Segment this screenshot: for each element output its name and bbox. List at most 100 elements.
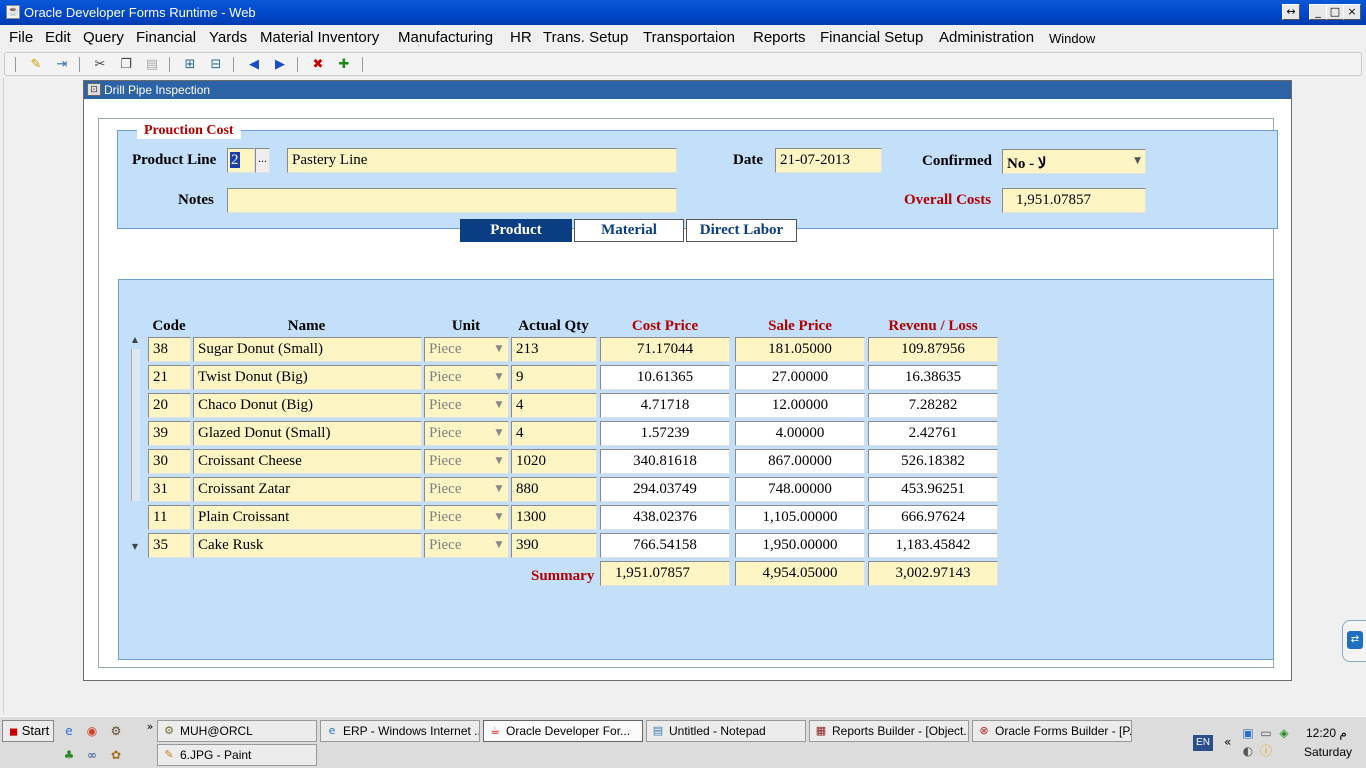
maximize-button[interactable]: □ [1326,4,1344,20]
chevron-down-icon[interactable]: ▼ [492,424,506,443]
execute-query-icon[interactable]: ⊟ [207,56,225,73]
cell-name[interactable]: Croissant Cheese [193,449,422,474]
menu-administration[interactable]: Administration [939,29,1034,46]
chevron-down-icon[interactable]: ▼ [492,452,506,471]
task-notepad[interactable]: ▤ Untitled - Notepad [646,720,806,742]
cell-actual-qty[interactable]: 213 [511,337,597,362]
chevron-down-icon[interactable]: ▼ [492,396,506,415]
cell-revenue-loss[interactable]: 109.87956 [868,337,998,362]
cut-icon[interactable]: ✂ [91,56,109,73]
cell-unit[interactable]: Piece ▼ [424,533,509,558]
chevron-down-icon[interactable]: ▼ [492,536,506,555]
cell-unit[interactable]: Piece ▼ [424,421,509,446]
cell-unit[interactable]: Piece ▼ [424,505,509,530]
confirmed-select[interactable]: No - لا ▼ [1002,149,1146,174]
vertical-scrollbar[interactable]: ▲ ▼ [128,335,142,554]
language-indicator[interactable]: EN [1193,735,1213,751]
chevron-down-icon[interactable]: ▼ [492,508,506,527]
cell-revenue-loss[interactable]: 7.28282 [868,393,998,418]
volume-icon[interactable]: ◐ [1240,743,1256,759]
next-record-icon[interactable]: ▶ [271,56,289,73]
menu-transportaion[interactable]: Transportaion [643,29,735,46]
menu-financial-setup[interactable]: Financial Setup [820,29,923,46]
cell-sale-price[interactable]: 1,950.00000 [735,533,865,558]
cell-sale-price[interactable]: 4.00000 [735,421,865,446]
menu-window[interactable]: Window [1049,31,1095,46]
cell-sale-price[interactable]: 748.00000 [735,477,865,502]
scroll-down-icon[interactable]: ▼ [128,542,142,554]
chevron-down-icon[interactable]: ▼ [492,368,506,387]
menu-financial[interactable]: Financial [136,29,196,46]
chevron-down-icon[interactable]: ▼ [1134,156,1141,166]
notes-field[interactable] [227,188,677,213]
cell-revenue-loss[interactable]: 666.97624 [868,505,998,530]
task-oracle-forms-runtime[interactable]: ☕ Oracle Developer For... [483,720,643,742]
tool-icon[interactable]: ♣ [61,747,77,763]
clock-time[interactable]: 12:20 م [1306,726,1347,740]
cell-cost-price[interactable]: 294.03749 [600,477,730,502]
exit-icon[interactable]: ⇥ [53,56,71,73]
menu-trans-setup[interactable]: Trans. Setup [543,29,628,46]
lov-button[interactable]: ... [255,148,270,173]
cell-cost-price[interactable]: 766.54158 [600,533,730,558]
cell-code[interactable]: 38 [148,337,191,362]
paste-icon[interactable]: ▤ [143,56,161,73]
summary-revenue-field[interactable]: 3,002.97143 [868,561,998,586]
monitor-icon[interactable]: ▭ [1258,725,1274,741]
cell-sale-price[interactable]: 27.00000 [735,365,865,390]
cell-sale-price[interactable]: 867.00000 [735,449,865,474]
insert-record-icon[interactable]: ✚ [335,56,353,73]
overall-costs-field[interactable]: 1,951.07857 [1002,188,1146,213]
menu-hr[interactable]: HR [510,29,532,46]
cell-cost-price[interactable]: 1.57239 [600,421,730,446]
menu-manufacturing[interactable]: Manufacturing [398,29,493,46]
tab-direct-labor[interactable]: Direct Labor [686,219,797,242]
cell-cost-price[interactable]: 10.61365 [600,365,730,390]
close-button[interactable]: × [1343,4,1361,20]
restore-size-icon[interactable]: ↔ [1282,4,1300,20]
cell-cost-price[interactable]: 71.17044 [600,337,730,362]
cell-revenue-loss[interactable]: 453.96251 [868,477,998,502]
scroll-up-icon[interactable]: ▲ [128,335,142,347]
copy-icon[interactable]: ❐ [117,56,135,73]
menu-query[interactable]: Query [83,29,124,46]
menu-file[interactable]: File [9,29,33,46]
menu-edit[interactable]: Edit [45,29,71,46]
chevron-down-icon[interactable]: ▼ [492,340,506,359]
notification-icon[interactable]: ⓘ [1258,743,1274,759]
menu-reports[interactable]: Reports [753,29,806,46]
start-button[interactable]: ◼ Start [2,720,54,742]
summary-sale-field[interactable]: 4,954.05000 [735,561,865,586]
cell-cost-price[interactable]: 438.02376 [600,505,730,530]
summary-cost-field[interactable]: 1,951.07857 [600,561,730,586]
product-line-name-field[interactable]: Pastery Line [287,148,677,173]
cell-name[interactable]: Sugar Donut (Small) [193,337,422,362]
chevron-down-icon[interactable]: ▼ [492,480,506,499]
cell-actual-qty[interactable]: 880 [511,477,597,502]
enter-query-icon[interactable]: ⊞ [181,56,199,73]
cell-revenue-loss[interactable]: 526.18382 [868,449,998,474]
tab-material[interactable]: Material [574,219,684,242]
cell-code[interactable]: 20 [148,393,191,418]
task-muh-orcl[interactable]: ⚙ MUH@ORCL [157,720,317,742]
cell-sale-price[interactable]: 1,105.00000 [735,505,865,530]
cell-unit[interactable]: Piece ▼ [424,365,509,390]
cell-sale-price[interactable]: 181.05000 [735,337,865,362]
cell-cost-price[interactable]: 340.81618 [600,449,730,474]
cell-revenue-loss[interactable]: 16.38635 [868,365,998,390]
task-erp-ie[interactable]: e ERP - Windows Internet ... [320,720,480,742]
cell-unit[interactable]: Piece ▼ [424,393,509,418]
cell-cost-price[interactable]: 4.71718 [600,393,730,418]
cell-unit[interactable]: Piece ▼ [424,477,509,502]
app-icon[interactable]: ⚙ [108,723,124,739]
utility-icon[interactable]: ✿ [108,747,124,763]
ie-icon[interactable]: e [61,723,77,739]
cell-name[interactable]: Twist Donut (Big) [193,365,422,390]
cell-actual-qty[interactable]: 1020 [511,449,597,474]
cell-actual-qty[interactable]: 4 [511,421,597,446]
cell-name[interactable]: Cake Rusk [193,533,422,558]
delete-record-icon[interactable]: ✖ [309,56,327,73]
show-more-icon[interactable]: » [142,719,158,735]
product-line-code-field[interactable]: 2 [227,148,255,173]
cell-unit[interactable]: Piece ▼ [424,337,509,362]
